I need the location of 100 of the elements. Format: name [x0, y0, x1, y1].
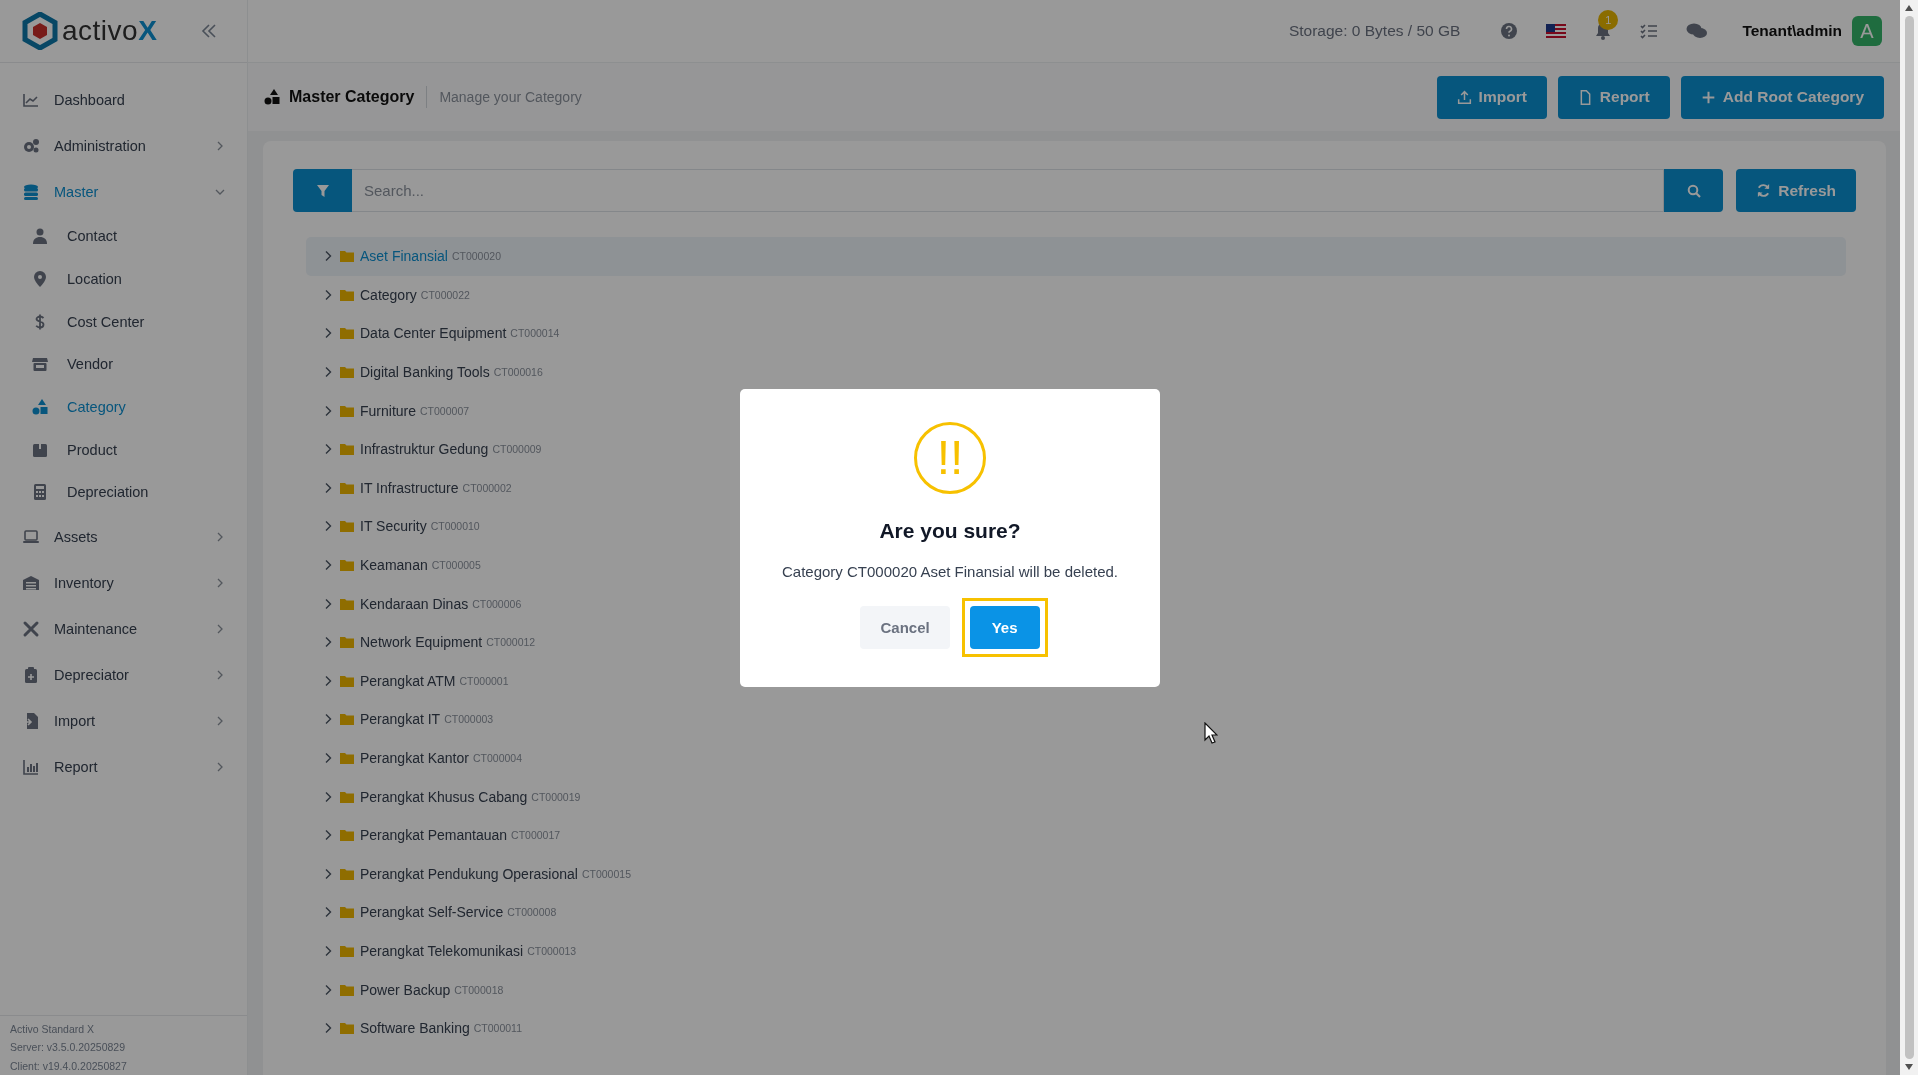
database-icon [22, 183, 40, 201]
tree-row[interactable]: Network Equipment CT000012 [306, 622, 544, 662]
sidebar-item[interactable]: Administration [0, 123, 247, 169]
category-code: CT000017 [511, 829, 561, 842]
category-code: CT000013 [527, 945, 577, 957]
category-name: Perangkat Telekomunikasi [360, 943, 524, 959]
folder-icon [340, 404, 354, 417]
category-name: Data Center Equipment [360, 325, 507, 342]
gears-icon [22, 137, 40, 155]
category-name: IT Security [360, 518, 427, 535]
tree-row[interactable]: Digital Banking Tools CT000016 [306, 352, 551, 392]
confirm-button[interactable]: Yes [961, 597, 1048, 657]
folder-icon [340, 443, 354, 456]
map-pin-icon [31, 270, 49, 289]
tree-row[interactable]: IT Security CT000010 [306, 507, 488, 546]
sidebar-item[interactable]: Import [0, 697, 247, 744]
tree-row[interactable]: Category CT000022 [306, 275, 478, 315]
sidebar-subitem[interactable]: Category [0, 385, 247, 429]
shapes-icon [31, 398, 49, 417]
tree-row[interactable]: Perangkat Kantor CT000004 [306, 738, 530, 778]
category-code: CT000015 [581, 867, 631, 880]
folder-icon [340, 867, 354, 880]
sidebar-item[interactable]: Dashboard [0, 77, 247, 123]
tree-row[interactable]: Data Center Equipment CT000014 [306, 314, 568, 353]
folder-icon [340, 288, 354, 301]
version-text: Server: v3.5.0.20250829 [10, 1040, 126, 1055]
search-field[interactable]: Search... [352, 169, 1665, 212]
folder-icon [340, 520, 354, 533]
search-button[interactable] [1664, 169, 1724, 212]
sidebar-subitem[interactable]: Depreciation [0, 471, 247, 514]
category-name: Perangkat Pemantauan [360, 827, 508, 844]
folder-icon [340, 674, 354, 687]
sidebar-subitem[interactable]: Vendor [0, 343, 247, 386]
category-name: IT Infrastructure [360, 479, 459, 496]
category-name: Furniture [360, 402, 417, 419]
chevron-icon [215, 141, 225, 151]
calculator-icon [31, 483, 49, 502]
category-code: CT000010 [430, 520, 480, 533]
filter-icon [315, 183, 330, 198]
filter-button[interactable] [293, 169, 352, 212]
tree-row[interactable]: Perangkat Telekomunikasi CT000013 [306, 931, 585, 971]
tree-row[interactable]: Perangkat Pendukung Operasional CT000015 [306, 854, 639, 894]
sidebar-item[interactable]: Report [0, 743, 247, 790]
checklist-icon[interactable] [1640, 23, 1659, 39]
sidebar-item[interactable]: Inventory [0, 559, 247, 606]
scroll-up-icon[interactable] [1904, 4, 1914, 12]
header-button[interactable]: Report [1557, 75, 1670, 119]
refresh-button[interactable]: Refresh [1736, 169, 1856, 212]
category-name: Keamanan [360, 557, 428, 574]
header-button[interactable]: Add Root Category [1680, 75, 1884, 119]
tree-row[interactable]: Software Banking CT000011 [306, 1008, 530, 1048]
tree-row[interactable]: Keamanan CT000005 [306, 545, 489, 585]
search-icon [1686, 183, 1701, 198]
help-icon[interactable] [1500, 22, 1519, 40]
chat-icon[interactable] [1686, 22, 1709, 40]
category-name: Perangkat IT [360, 711, 441, 728]
chevron-icon [215, 531, 225, 542]
chevron-icon [215, 761, 225, 772]
sidebar-subitem[interactable]: Contact [0, 215, 247, 258]
tree-row[interactable]: Infrastruktur Gedung CT000009 [306, 429, 550, 469]
sidebar-item[interactable]: Depreciator [0, 651, 247, 698]
tree-row[interactable]: Perangkat ATM CT000001 [306, 661, 517, 701]
category-code: CT000016 [493, 366, 543, 379]
tree-row[interactable]: Perangkat Khusus Cabang CT000019 [306, 777, 589, 816]
category-name: Perangkat Self-Service [360, 904, 504, 921]
bar-chart-icon [22, 757, 40, 776]
sidebar-subitem[interactable]: Product [0, 428, 247, 472]
scrollbar[interactable] [1900, 0, 1918, 1075]
folder-icon [340, 906, 354, 919]
wrench-screwdriver-icon [22, 619, 40, 638]
sidebar-subitem[interactable]: Location [0, 257, 247, 301]
person-icon [31, 227, 49, 246]
category-code: CT000007 [420, 404, 470, 417]
folder-icon [340, 366, 354, 379]
tree-row[interactable]: Perangkat Pemantauan CT000017 [306, 815, 569, 855]
sidebar-item[interactable]: Master [0, 169, 247, 215]
dialog-title: Are you sure? [879, 518, 1021, 543]
tree-row[interactable]: Perangkat IT CT000003 [306, 700, 502, 739]
tree-row[interactable]: Kendaraan Dinas CT000006 [306, 584, 530, 623]
flag-icon[interactable] [1546, 24, 1567, 38]
logo-text: activoX [62, 15, 158, 47]
category-name: Kendaraan Dinas [360, 595, 469, 612]
header-button[interactable]: Import [1436, 75, 1547, 119]
sidebar-item[interactable]: Maintenance [0, 605, 247, 652]
scroll-down-icon[interactable] [1904, 1063, 1914, 1071]
sidebar-item[interactable]: Assets [0, 513, 247, 560]
user-name[interactable]: Tenant\admin [1742, 22, 1842, 40]
chevron-icon [215, 669, 225, 680]
category-name: Aset Finansial [360, 248, 448, 265]
tree-row[interactable]: IT Infrastructure CT000002 [306, 468, 520, 508]
category-code: CT000006 [472, 597, 522, 610]
tree-row[interactable]: Power Backup CT000018 [306, 970, 512, 1009]
version-text: Client: v19.4.0.20250827 [10, 1058, 128, 1074]
folder-icon [340, 327, 354, 340]
hexagon-logo-icon [22, 12, 58, 50]
plus-icon [1700, 89, 1716, 105]
tree-row[interactable]: Furniture CT000007 [306, 391, 478, 430]
tree-row[interactable]: Perangkat Self-Service CT000008 [306, 893, 565, 932]
sidebar-subitem[interactable]: Cost Center [0, 300, 247, 344]
category-name: Digital Banking Tools [360, 364, 490, 381]
